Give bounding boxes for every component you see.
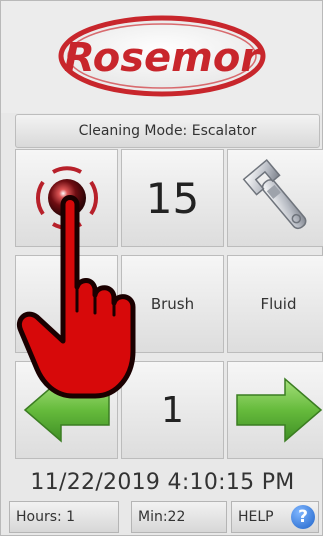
help-icon: ? xyxy=(291,505,315,529)
counter-value: 1 xyxy=(161,389,184,431)
screen-frame: Rosemor Cleaning Mode: Escalator 15 Brus… xyxy=(0,0,323,536)
left-arrow-icon xyxy=(23,377,110,443)
power-button[interactable] xyxy=(15,149,118,247)
settings-button[interactable] xyxy=(227,149,323,247)
counter-display[interactable]: 1 xyxy=(121,361,224,459)
datetime-display: 11/22/2019 4:10:15 PM xyxy=(30,469,295,495)
logo-text: Rosemor xyxy=(64,35,262,81)
rosemor-logo: Rosemor xyxy=(58,15,266,97)
help-button[interactable]: HELP ? xyxy=(231,501,319,533)
right-arrow-icon xyxy=(235,377,322,443)
brush-button[interactable]: Brush xyxy=(121,255,224,353)
hours-display: Hours: 1 xyxy=(9,501,119,533)
cleaning-mode-bar: Cleaning Mode: Escalator xyxy=(15,114,320,148)
next-button[interactable] xyxy=(227,361,323,459)
cleaning-mode-label: Cleaning Mode: Escalator xyxy=(78,123,257,139)
power-button-icon xyxy=(35,166,98,230)
fluid-button[interactable]: Fluid xyxy=(227,255,323,353)
minutes-label: Min:22 xyxy=(138,509,186,525)
previous-button[interactable] xyxy=(15,361,118,459)
wrench-icon xyxy=(242,158,306,230)
logo-area: Rosemor xyxy=(1,1,322,113)
help-label: HELP xyxy=(238,509,274,525)
blank-button[interactable] xyxy=(15,255,118,353)
speed-value: 15 xyxy=(145,173,200,223)
speed-value-display[interactable]: 15 xyxy=(121,149,224,247)
fluid-label: Fluid xyxy=(260,295,297,313)
brush-label: Brush xyxy=(150,295,195,313)
hours-label: Hours: 1 xyxy=(16,509,76,525)
minutes-display: Min:22 xyxy=(131,501,227,533)
